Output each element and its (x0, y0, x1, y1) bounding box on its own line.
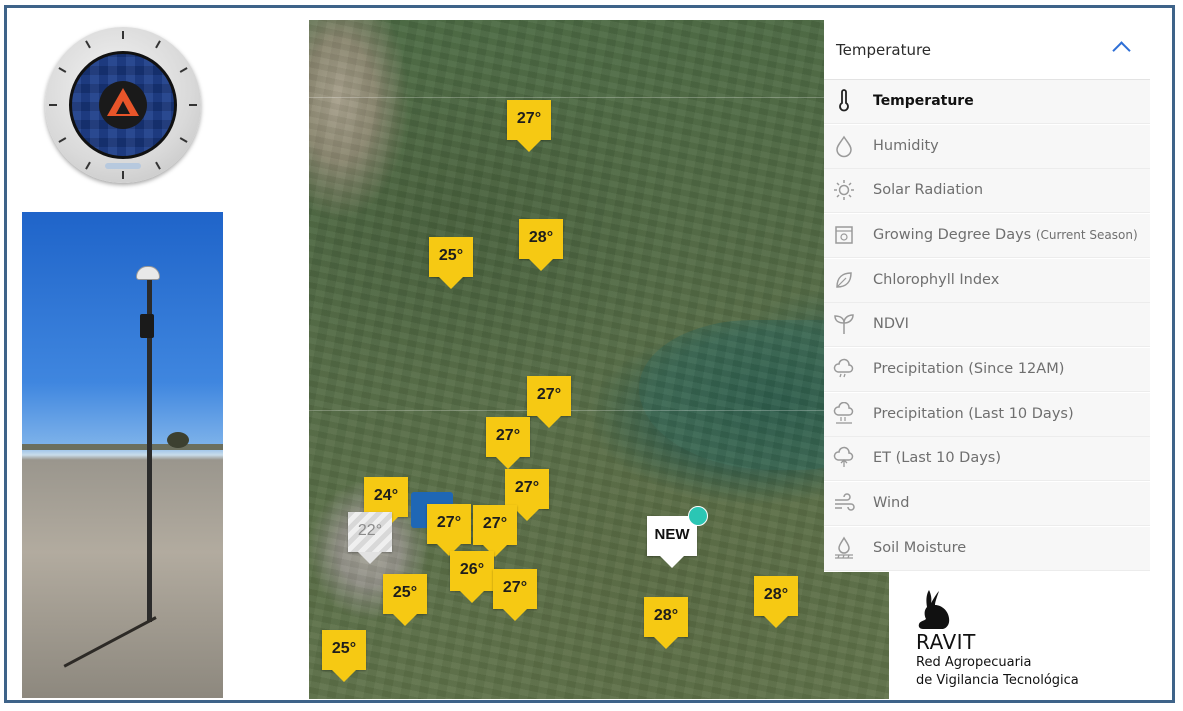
new-station-dot (688, 506, 708, 526)
droplet-icon (832, 134, 856, 158)
wind-icon (832, 491, 856, 515)
dropdown-item-label: Solar Radiation (873, 182, 984, 198)
ravit-subtitle-line2: de Vigilancia Tecnológica (916, 673, 1079, 688)
soil-moisture-icon (832, 536, 856, 560)
temperature-pin[interactable]: 27° (507, 100, 551, 152)
temperature-pin[interactable]: 27° (493, 569, 537, 621)
sun-icon (832, 178, 856, 202)
temperature-pin[interactable]: 25° (383, 574, 427, 626)
dropdown-item-label: Soil Moisture (873, 540, 967, 556)
evapotranspiration-icon (832, 446, 856, 470)
dropdown-item-label: Precipitation (Since 12AM) (873, 361, 1065, 377)
temperature-pin[interactable]: 27° (473, 505, 517, 557)
dropdown-item-label: Growing Degree Days (Current Season) (873, 227, 1138, 243)
temperature-pin[interactable]: 27° (427, 504, 471, 556)
dropdown-item-label: Chlorophyll Index (873, 272, 1000, 288)
sprout-icon (832, 312, 856, 336)
dropdown-item-label: Humidity (873, 138, 939, 154)
field-station-photo (22, 212, 223, 698)
ravit-subtitle-line1: Red Agropecuaria (916, 655, 1032, 670)
temperature-pin[interactable]: 25° (322, 630, 366, 682)
temperature-pin[interactable]: 27° (505, 469, 549, 521)
temperature-pin[interactable]: 28° (519, 219, 563, 271)
dropdown-item-solar-radiation[interactable]: Solar Radiation (824, 169, 1150, 213)
dropdown-item-precipitation-10-days[interactable]: Precipitation (Last 10 Days) (824, 393, 1150, 437)
weather-station-device-photo (45, 27, 201, 183)
temperature-pin[interactable]: 27° (486, 417, 530, 469)
dropdown-item-wind[interactable]: Wind (824, 482, 1150, 526)
dropdown-item-soil-moisture[interactable]: Soil Moisture (824, 527, 1150, 571)
dropdown-item-suffix: (Current Season) (1035, 228, 1138, 242)
calendar-icon (832, 223, 856, 247)
dropdown-header[interactable]: Temperature (824, 20, 1150, 80)
thermometer-icon (832, 89, 856, 113)
rain-cloud-icon (832, 357, 856, 381)
dropdown-item-label: Temperature (873, 93, 974, 109)
variable-dropdown: Temperature Temperature Humidity Solar R… (824, 20, 1150, 572)
ravit-title: RAVIT (916, 630, 976, 654)
dropdown-item-label: Wind (873, 495, 910, 511)
temperature-pin[interactable]: 24° (364, 477, 408, 529)
dropdown-item-growing-degree-days[interactable]: Growing Degree Days (Current Season) (824, 214, 1150, 258)
temperature-pin[interactable]: 27° (527, 376, 571, 428)
dropdown-selected-label: Temperature (836, 41, 932, 59)
dropdown-item-label: Precipitation (Last 10 Days) (873, 406, 1074, 422)
dropdown-item-ndvi[interactable]: NDVI (824, 303, 1150, 347)
temperature-pin[interactable]: 28° (754, 576, 798, 628)
rabbit-logo-icon (918, 590, 950, 629)
satellite-map[interactable]: 27° 28° 25° 27° 27° 27° 24° 22° 27° 27° … (309, 20, 889, 699)
temperature-pin-inactive[interactable]: 22° (348, 512, 392, 564)
dropdown-item-label: NDVI (873, 316, 909, 332)
dropdown-item-humidity[interactable]: Humidity (824, 125, 1150, 169)
dropdown-item-temperature[interactable]: Temperature (824, 80, 1150, 124)
temperature-pin[interactable]: 26° (450, 551, 494, 603)
temperature-pin[interactable]: 25° (429, 237, 473, 289)
leaf-icon (832, 268, 856, 292)
dropdown-item-precipitation-today[interactable]: Precipitation (Since 12AM) (824, 348, 1150, 392)
rain-cloud-calendar-icon (832, 401, 856, 426)
dropdown-item-et-10-days[interactable]: ET (Last 10 Days) (824, 437, 1150, 481)
temperature-pin[interactable]: 28° (644, 597, 688, 649)
dropdown-item-label: ET (Last 10 Days) (873, 450, 1002, 466)
dropdown-item-chlorophyll-index[interactable]: Chlorophyll Index (824, 259, 1150, 303)
